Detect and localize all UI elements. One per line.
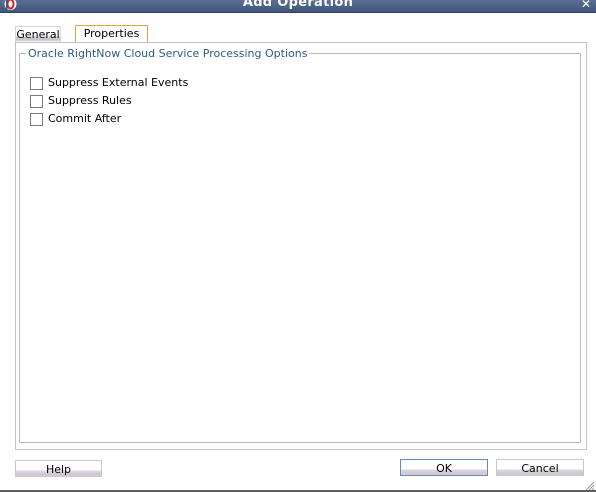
suppress-external-events-label: Suppress External Events (48, 76, 189, 89)
add-operation-dialog: Add Operation ✕ General Properties Oracl… (0, 0, 596, 492)
processing-options-group: Oracle RightNow Cloud Service Processing… (19, 47, 581, 443)
tab-general[interactable]: General (15, 26, 61, 42)
commit-after-checkbox[interactable] (30, 113, 43, 126)
properties-panel: Oracle RightNow Cloud Service Processing… (15, 42, 587, 450)
tab-properties[interactable]: Properties (75, 25, 148, 42)
resize-grip-icon[interactable] (584, 480, 594, 490)
cancel-button[interactable]: Cancel (496, 459, 584, 476)
suppress-rules-label: Suppress Rules (48, 94, 132, 107)
commit-after-label: Commit After (48, 112, 122, 125)
help-button[interactable]: Help (15, 460, 102, 477)
group-legend: Oracle RightNow Cloud Service Processing… (26, 47, 310, 60)
close-icon[interactable]: ✕ (580, 0, 592, 11)
ok-button[interactable]: OK (400, 459, 488, 476)
suppress-rules-checkbox[interactable] (30, 95, 43, 108)
window-title: Add Operation (242, 0, 354, 10)
suppress-external-events-checkbox[interactable] (30, 77, 43, 90)
title-bar[interactable]: Add Operation ✕ (0, 0, 596, 13)
